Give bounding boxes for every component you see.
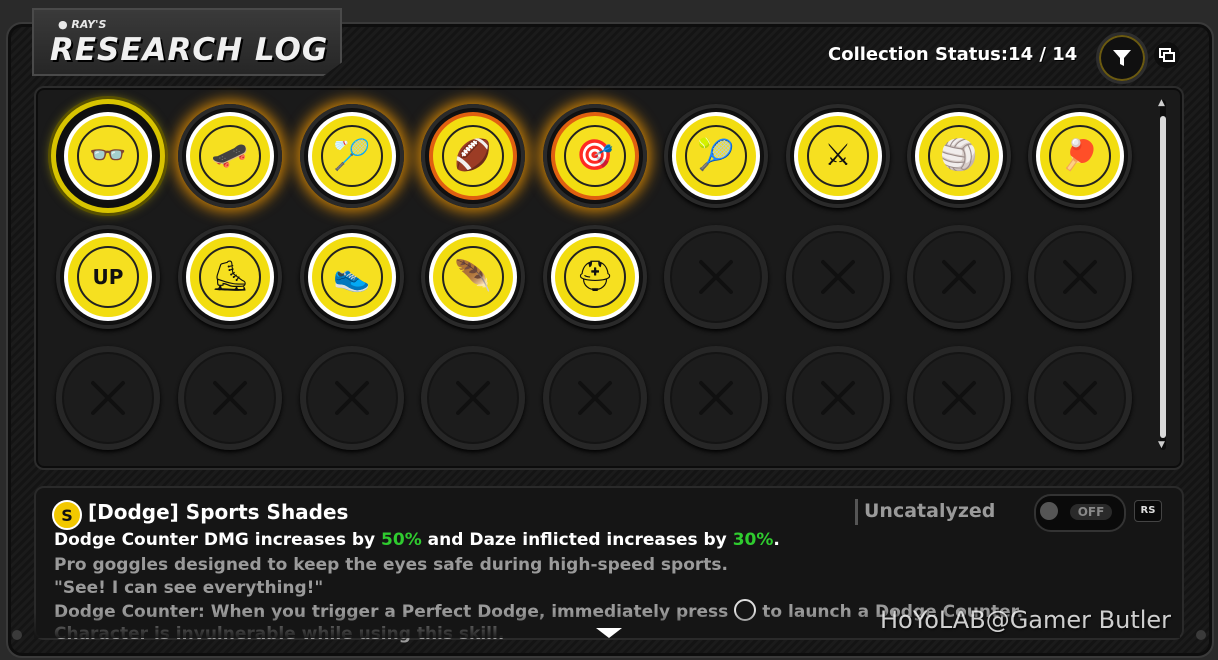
effect-value: 50% — [381, 530, 422, 550]
item-slot-ping-pong-paddle[interactable]: 🏓 — [1028, 104, 1132, 208]
item-badge: 🎯 — [555, 116, 635, 196]
item-slot-up-badge[interactable]: UP — [56, 225, 160, 329]
effect-text: and Daze inflicted increases by — [421, 530, 733, 550]
empty-slot[interactable] — [907, 225, 1011, 329]
item-badge: ⚔ — [798, 116, 878, 196]
catalyzed-status: Uncatalyzed — [864, 500, 996, 522]
corner-rivet — [12, 630, 22, 640]
empty-slot[interactable] — [786, 225, 890, 329]
filter-button[interactable] — [1096, 32, 1148, 84]
dodge-category-icon: S — [52, 500, 82, 530]
empty-slot[interactable] — [178, 346, 282, 450]
effect-value: 30% — [732, 530, 774, 550]
scroll-down-icon[interactable]: ▼ — [1158, 440, 1165, 450]
x-icon — [821, 260, 855, 294]
logo-subtitle: ● RAY'S — [58, 18, 107, 31]
item-slot-darts[interactable]: 🎯 — [543, 104, 647, 208]
item-badge: 🏓 — [1040, 116, 1120, 196]
collection-status: Collection Status:14 / 14 — [828, 44, 1078, 65]
scrollbar-thumb[interactable] — [1160, 116, 1166, 438]
item-slot-rugby-ball[interactable]: 🏈 — [421, 104, 525, 208]
x-icon — [335, 381, 369, 415]
item-badge: 👓 — [68, 116, 148, 196]
empty-slot[interactable] — [786, 346, 890, 450]
effect-text: . — [773, 530, 780, 550]
watermark: HoYoLAB@Gamer Butler — [880, 606, 1172, 634]
item-badge: 🛹 — [190, 116, 270, 196]
empty-slot[interactable] — [56, 346, 160, 450]
expand-arrow-icon[interactable] — [596, 628, 622, 638]
item-title: [Dodge] Sports Shades — [88, 500, 349, 524]
fencing-swords-icon: ⚔ — [807, 125, 869, 187]
shuttlecock-feathers-icon: 🪶 — [442, 246, 504, 308]
effect-line: Dodge Counter DMG increases by 50% and D… — [54, 530, 780, 550]
research-log-logo: ● RAY'S RESEARCH LOG — [32, 8, 342, 76]
item-slot-shuttlecock[interactable]: 🏸 — [300, 104, 404, 208]
item-slot-roller-skate[interactable]: ⛸ — [178, 225, 282, 329]
x-icon — [213, 381, 247, 415]
item-slot-shuttlecock-feathers[interactable]: 🪶 — [421, 225, 525, 329]
x-icon — [91, 381, 125, 415]
item-badge: 🎾 — [676, 116, 756, 196]
scroll-up-icon[interactable]: ▲ — [1158, 98, 1165, 108]
rugby-ball-icon: 🏈 — [442, 125, 504, 187]
item-slot-sports-shades[interactable]: 👓 — [56, 104, 160, 208]
darts-icon: 🎯 — [564, 125, 626, 187]
corner-rivet — [1196, 630, 1206, 640]
sneaker-icon: 👟 — [321, 246, 383, 308]
item-badge: UP — [68, 237, 148, 317]
x-icon — [456, 381, 490, 415]
empty-slot[interactable] — [664, 346, 768, 450]
item-badge: 🏸 — [312, 116, 392, 196]
empty-slot[interactable] — [543, 346, 647, 450]
divider — [855, 499, 858, 525]
empty-slot[interactable] — [300, 346, 404, 450]
up-badge-icon: UP — [77, 246, 139, 308]
item-slot-tennis-racket[interactable]: 🎾 — [664, 104, 768, 208]
item-badge: 👟 — [312, 237, 392, 317]
item-badge: ⛸ — [190, 237, 270, 317]
empty-slot[interactable] — [1028, 225, 1132, 329]
x-icon — [821, 381, 855, 415]
item-badge: 🏐 — [919, 116, 999, 196]
x-icon — [1063, 381, 1097, 415]
rs-button-hint: RS — [1134, 500, 1162, 522]
effect-text: Dodge Counter DMG increases by — [54, 530, 382, 550]
skateboard-icon: 🛹 — [199, 125, 261, 187]
item-slot-volleyball[interactable]: 🏐 — [907, 104, 1011, 208]
shuttlecock-icon: 🏸 — [321, 125, 383, 187]
x-icon — [699, 260, 733, 294]
item-slot-sneaker[interactable]: 👟 — [300, 225, 404, 329]
item-slot-skateboard[interactable]: 🛹 — [178, 104, 282, 208]
ping-pong-paddle-icon: 🏓 — [1049, 125, 1111, 187]
window-toggle-button[interactable] — [1154, 42, 1180, 68]
window-copy-icon — [1159, 48, 1175, 62]
roller-skate-icon: ⛸ — [199, 246, 261, 308]
x-icon — [942, 260, 976, 294]
funnel-icon — [1113, 50, 1131, 66]
toggle-label: OFF — [1070, 504, 1112, 520]
quote-line: "See! I can see everything!" — [54, 578, 324, 598]
logo-title: RESEARCH LOG — [50, 32, 329, 68]
item-slot-football-helmet[interactable]: ⛑ — [543, 225, 647, 329]
description-line: Pro goggles designed to keep the eyes sa… — [54, 555, 728, 575]
item-badge: 🏈 — [433, 116, 513, 196]
item-slot-fencing-swords[interactable]: ⚔ — [786, 104, 890, 208]
tennis-racket-icon: 🎾 — [685, 125, 747, 187]
sports-shades-icon: 👓 — [77, 125, 139, 187]
football-helmet-icon: ⛑ — [564, 246, 626, 308]
empty-slot[interactable] — [421, 346, 525, 450]
x-icon — [942, 381, 976, 415]
empty-slot[interactable] — [907, 346, 1011, 450]
toggle-knob — [1040, 502, 1058, 520]
volleyball-icon: 🏐 — [928, 125, 990, 187]
empty-slot[interactable] — [1028, 346, 1132, 450]
x-icon — [578, 381, 612, 415]
empty-slot[interactable] — [664, 225, 768, 329]
x-icon — [699, 381, 733, 415]
item-badge: 🪶 — [433, 237, 513, 317]
item-badge: ⛑ — [555, 237, 635, 317]
x-icon — [1063, 260, 1097, 294]
